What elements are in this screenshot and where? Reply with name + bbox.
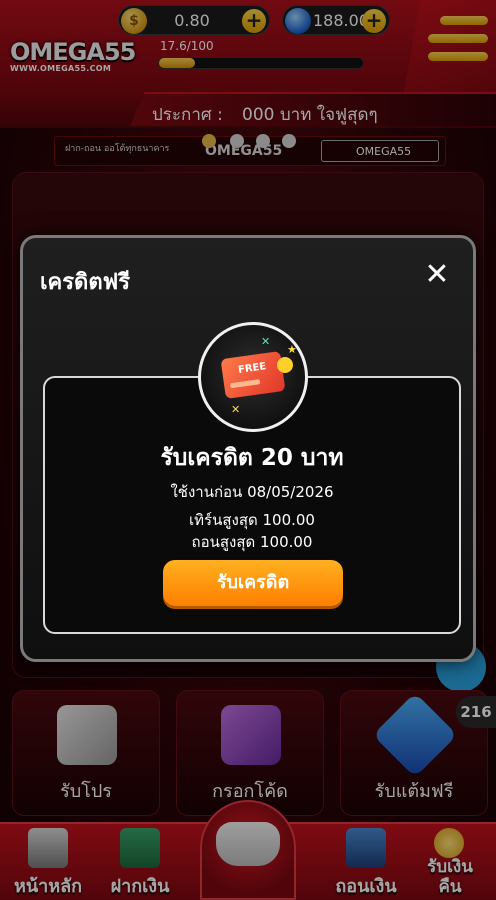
close-icon[interactable]: ✕ [423,260,451,290]
reward-max-withdraw: ถอนสูงสุด 100.00 [191,533,313,551]
credit-card-icon: FREE [220,351,286,399]
claim-credit-button[interactable]: รับเครดิต [163,560,343,606]
free-label: FREE [237,361,267,376]
reward-max-turnover: เทิร์นสูงสุด 100.00 [189,511,315,529]
coin-icon [277,357,293,373]
modal-title: เครดิตฟรี [40,270,131,295]
free-credit-modal: เครดิตฟรี ✕ รับเครดิต 20 บาท ใช้งานก่อน … [20,235,476,662]
card-stripe [229,379,261,389]
reward-title: รับเครดิต 20 บาท [160,445,344,471]
free-credit-badge: ✕ ★ ✕ FREE [198,322,308,432]
sparkle-icon: ✕ [261,335,271,348]
star-icon: ★ [287,343,297,356]
reward-expiry: ใช้งานก่อน 08/05/2026 [170,483,334,501]
sparkle-icon: ✕ [231,403,241,416]
